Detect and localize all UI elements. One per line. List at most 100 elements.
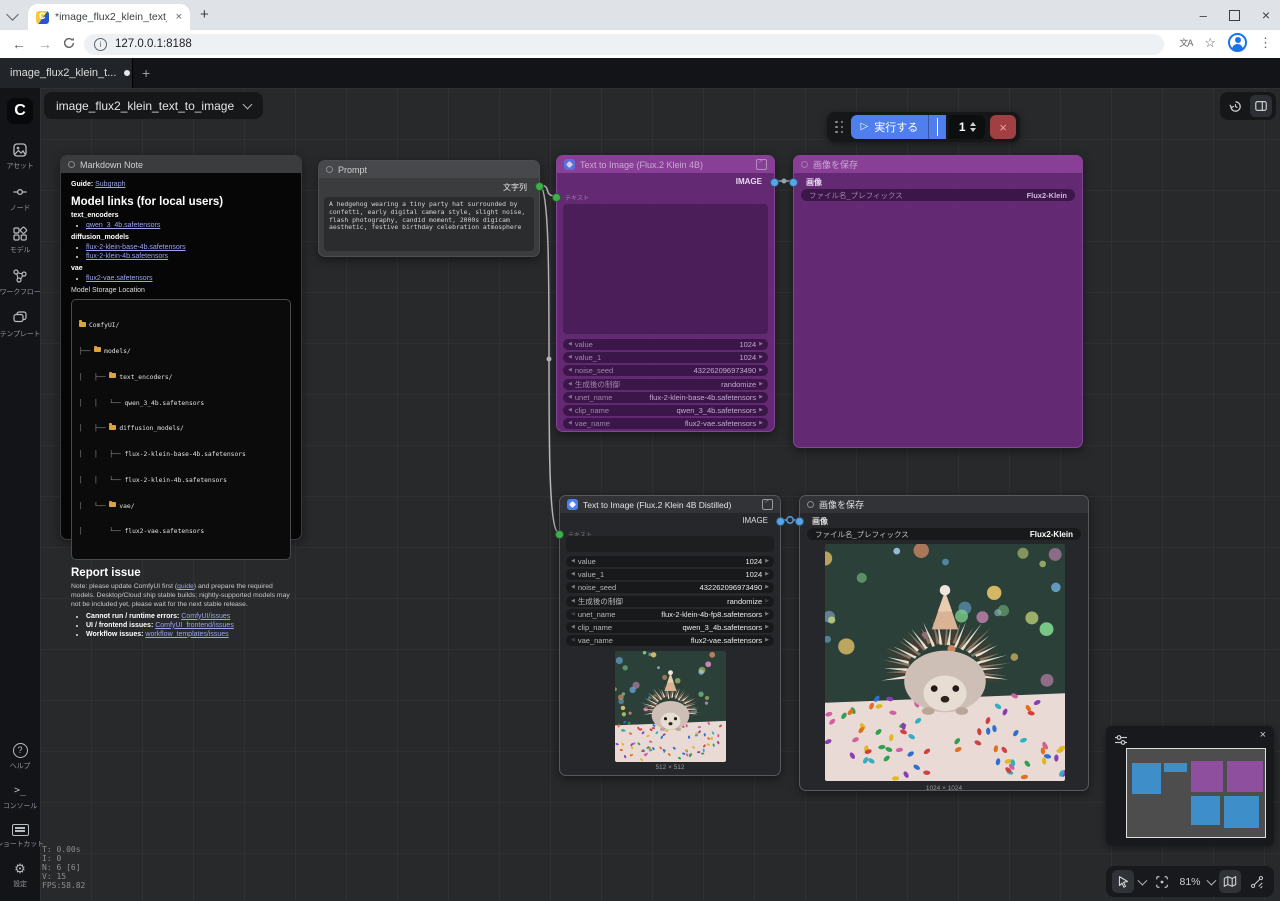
guide-link[interactable]: guide	[177, 583, 194, 590]
expand-node-icon[interactable]	[756, 159, 767, 170]
issue-link[interactable]: workflow_templates/issues	[145, 631, 228, 638]
run-button[interactable]: ▷ 実行する	[851, 119, 929, 135]
filename-prefix-field[interactable]: ファイル名_プレフィックスFlux2-Klein	[807, 528, 1081, 540]
model-link[interactable]: flux-2-klein-base-4b.safetensors	[86, 244, 186, 251]
widget-row[interactable]: ◀noise_seed432262096973490▶	[566, 582, 774, 593]
input-slot-image[interactable]	[789, 178, 798, 187]
node-markdown-note[interactable]: Markdown Note Guide: Subgraph Model link…	[60, 155, 302, 540]
tab-close-icon[interactable]: ×	[176, 12, 182, 23]
guide-link[interactable]: Subgraph	[95, 181, 125, 188]
sidebar-item-console[interactable]: >_ コンソール	[0, 784, 40, 811]
node-save-image-base[interactable]: 画像を保存 画像 ファイル名_プレフィックスFlux2-Klein	[793, 155, 1083, 448]
node-header[interactable]: Text to Image (Flux.2 Klein 4B)	[557, 156, 774, 173]
sidebar-item-help[interactable]: ? ヘルプ	[0, 743, 40, 771]
decrement-icon[interactable]	[970, 128, 976, 132]
window-close-button[interactable]: ×	[1262, 7, 1270, 23]
prompt-textarea[interactable]: A hedgehog wearing a tiny party hat surr…	[324, 197, 534, 251]
sidebar-item-models[interactable]: モデル	[0, 226, 40, 255]
collapse-dot-icon[interactable]	[326, 166, 333, 173]
model-link[interactable]: flux2-vae.safetensors	[86, 275, 153, 282]
issue-link[interactable]: ComfyUI/issues	[181, 613, 230, 620]
node-header[interactable]: Markdown Note	[61, 156, 301, 173]
model-link[interactable]: qwen_3_4b.safetensors	[86, 222, 160, 229]
zoom-level[interactable]: 81%	[1180, 876, 1201, 888]
widget-row[interactable]: ◀value_11024▶	[563, 352, 768, 363]
widget-row[interactable]: ◀生成後の制御randomize▶	[566, 596, 774, 607]
input-slot-image[interactable]	[795, 517, 804, 526]
toggle-link-visibility-button[interactable]	[1246, 870, 1268, 893]
filename-prefix-field[interactable]: ファイル名_プレフィックスFlux2-Klein	[801, 189, 1075, 201]
workflow-tab[interactable]: image_flux2_klein_t...	[0, 58, 133, 88]
expand-node-icon[interactable]	[762, 499, 773, 510]
preview-image-distilled[interactable]	[615, 651, 726, 762]
new-workflow-button[interactable]: +	[142, 65, 150, 81]
toggle-panel-button[interactable]	[1250, 95, 1272, 117]
widget-row[interactable]: ◀vae_nameflux2-vae.safetensors▶	[566, 635, 774, 646]
tab-search-chevron-icon[interactable]	[6, 8, 19, 21]
url-text[interactable]: 127.0.0.1:8188	[115, 38, 192, 50]
increment-icon[interactable]	[970, 122, 976, 126]
reload-button[interactable]	[62, 36, 76, 54]
minimap-panel[interactable]: ×	[1106, 726, 1274, 846]
sidebar-item-templates[interactable]: テンプレート	[0, 310, 40, 339]
node-header[interactable]: 画像を保存	[800, 496, 1088, 513]
comfyui-logo[interactable]: C	[7, 98, 33, 124]
new-tab-button[interactable]: +	[200, 6, 209, 23]
widget-row[interactable]: ◀生成後の制御randomize▶	[563, 379, 768, 390]
output-slot-string[interactable]	[535, 182, 544, 191]
node-header[interactable]: 画像を保存	[794, 156, 1082, 173]
drag-handle[interactable]	[835, 121, 844, 134]
sidebar-item-nodes[interactable]: ノード	[0, 184, 40, 213]
minimap-toggle-button[interactable]	[1219, 870, 1241, 893]
bookmark-star-icon[interactable]: ☆	[1204, 35, 1216, 51]
batch-count-stepper[interactable]: 1	[949, 115, 985, 139]
url-bar[interactable]: i 127.0.0.1:8188	[84, 34, 1164, 55]
widget-row[interactable]: ◀vae_nameflux2-vae.safetensors▶	[563, 418, 768, 429]
collapse-dot-icon[interactable]	[807, 501, 814, 508]
node-header[interactable]: Text to Image (Flux.2 Klein 4B Distilled…	[560, 496, 780, 513]
profile-avatar[interactable]	[1228, 33, 1247, 52]
widget-row[interactable]: ◀unet_nameflux-2-klein-base-4b.safetenso…	[563, 392, 768, 403]
text-widget[interactable]	[566, 536, 774, 552]
sidebar-item-workflows[interactable]: ワークフロー	[0, 268, 40, 297]
workflow-title-menu[interactable]: image_flux2_klein_text_to_image	[44, 92, 263, 119]
forward-button[interactable]: →	[38, 35, 52, 53]
fit-view-button[interactable]	[1151, 870, 1173, 893]
node-prompt[interactable]: Prompt 文字列 A hedgehog wearing a tiny par…	[318, 160, 540, 257]
issue-link[interactable]: ComfyUI_frontend/issues	[155, 622, 234, 629]
history-button[interactable]	[1224, 95, 1246, 117]
input-slot-text[interactable]	[555, 530, 564, 539]
sidebar-item-assets[interactable]: アセット	[0, 142, 40, 171]
sidebar-item-shortcuts[interactable]: ショートカット	[0, 824, 40, 849]
minimap-close-icon[interactable]: ×	[1260, 729, 1266, 741]
browser-tab[interactable]: *image_flux2_klein_text_to_ima ×	[28, 4, 190, 30]
input-slot-text[interactable]	[552, 193, 561, 202]
widget-row[interactable]: ◀noise_seed432262096973490▶	[563, 365, 768, 376]
output-slot-image[interactable]	[770, 178, 779, 187]
widget-row[interactable]: ◀value1024▶	[566, 556, 774, 567]
output-slot-image[interactable]	[776, 517, 785, 526]
widget-row[interactable]: ◀unet_nameflux-2-klein-4b-fp8.safetensor…	[566, 609, 774, 620]
collapse-dot-icon[interactable]	[68, 161, 75, 168]
window-maximize-button[interactable]	[1229, 10, 1240, 21]
zoom-chevron-icon[interactable]	[1206, 875, 1216, 885]
site-info-icon[interactable]: i	[94, 38, 107, 51]
node-save-image-distilled[interactable]: 画像を保存 画像 ファイル名_プレフィックスFlux2-Klein 1024 ×…	[799, 495, 1089, 791]
widget-row[interactable]: ◀value1024▶	[563, 339, 768, 350]
window-minimize-button[interactable]: –	[1200, 8, 1207, 23]
translate-icon[interactable]: 文A	[1179, 36, 1192, 49]
node-text-to-image-distilled[interactable]: Text to Image (Flux.2 Klein 4B Distilled…	[559, 495, 781, 776]
browser-menu-icon[interactable]: ⋮	[1259, 35, 1272, 51]
node-text-to-image-base[interactable]: Text to Image (Flux.2 Klein 4B) IMAGE テキ…	[556, 155, 775, 432]
cancel-run-button[interactable]: ×	[990, 115, 1016, 139]
back-button[interactable]: ←	[12, 35, 26, 53]
widget-row[interactable]: ◀value_11024▶	[566, 569, 774, 580]
minimap-viewport[interactable]	[1126, 748, 1266, 838]
tool-options-chevron-icon[interactable]	[1137, 875, 1147, 885]
pointer-tool-button[interactable]	[1112, 870, 1134, 893]
preview-image-saved[interactable]	[825, 544, 1065, 781]
node-header[interactable]: Prompt	[319, 161, 539, 178]
widget-row[interactable]: ◀clip_nameqwen_3_4b.safetensors▶	[566, 622, 774, 633]
widget-row[interactable]: ◀clip_nameqwen_3_4b.safetensors▶	[563, 405, 768, 416]
run-options-button[interactable]	[929, 118, 946, 136]
